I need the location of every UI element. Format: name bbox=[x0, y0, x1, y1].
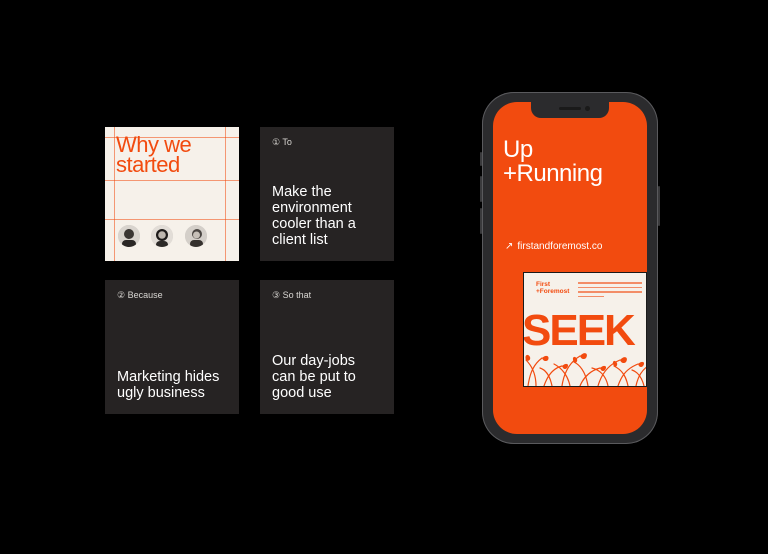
why-we-started-card: Why we started bbox=[105, 127, 239, 261]
card-heading: Why we started bbox=[116, 132, 192, 177]
card-body-text: Our day-jobs can be put to good use bbox=[272, 353, 356, 401]
card-step-label: ① To bbox=[272, 137, 292, 147]
grid-line bbox=[105, 219, 239, 220]
phone-notch bbox=[531, 102, 609, 118]
card-step-label: ② Because bbox=[117, 290, 163, 300]
card-body-text: Marketing hides ugly business bbox=[117, 369, 220, 401]
to-card: ① To Make the environment cooler than a … bbox=[260, 127, 394, 261]
poster-brand: First +Foremost bbox=[536, 281, 570, 295]
plant-illustration bbox=[525, 353, 646, 386]
because-card: ② Because Marketing hides ugly business bbox=[105, 280, 239, 414]
phone-side-button bbox=[480, 208, 482, 234]
grid-line bbox=[225, 127, 226, 261]
avatar bbox=[118, 225, 140, 247]
phone-side-button bbox=[480, 152, 482, 166]
grid-line bbox=[105, 180, 239, 181]
arrow-up-right-icon: ↗ bbox=[505, 241, 514, 252]
card-step-label: ③ So that bbox=[272, 290, 312, 300]
website-link-text: firstandforemost.co bbox=[517, 241, 603, 252]
so-that-card: ③ So that Our day-jobs can be put to goo… bbox=[260, 280, 394, 414]
speaker-icon bbox=[559, 107, 581, 110]
phone-side-button bbox=[480, 176, 482, 202]
grid-line bbox=[114, 127, 115, 261]
poster-body-lines bbox=[578, 282, 642, 300]
screen-headline: Up +Running bbox=[503, 136, 603, 187]
seek-poster: First +Foremost SEEK bbox=[523, 272, 647, 387]
phone-mockup: Up +Running ↗ firstandforemost.co First +… bbox=[480, 92, 660, 444]
avatar bbox=[185, 225, 207, 247]
card-body-text: Make the environment cooler than a clien… bbox=[272, 184, 356, 248]
avatar bbox=[151, 225, 173, 247]
website-link[interactable]: ↗ firstandforemost.co bbox=[505, 241, 602, 252]
camera-icon bbox=[585, 106, 590, 111]
phone-screen: Up +Running ↗ firstandforemost.co First +… bbox=[493, 102, 647, 434]
phone-side-button bbox=[658, 186, 660, 226]
